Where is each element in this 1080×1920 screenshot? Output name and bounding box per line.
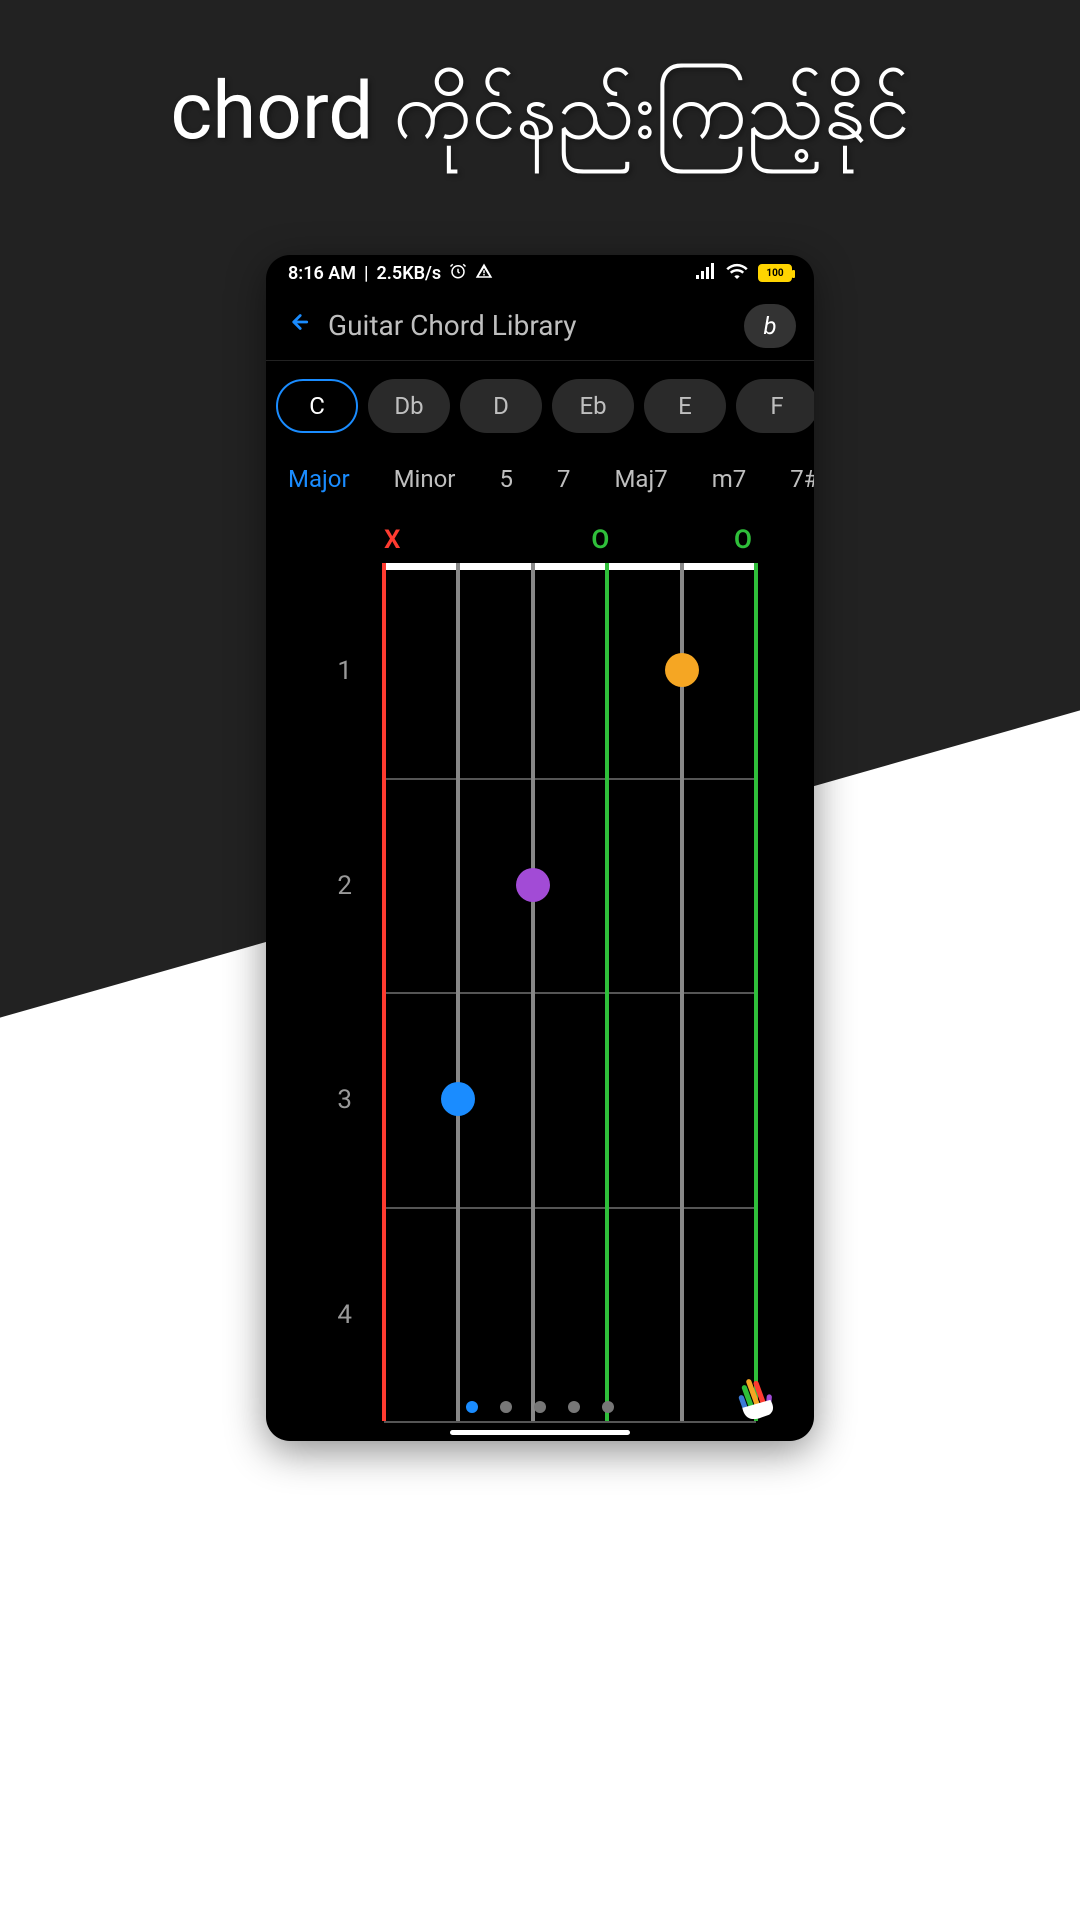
status-time: 8:16 AM xyxy=(288,263,356,284)
fret-label: 1 xyxy=(322,656,352,686)
marker-string-6: O xyxy=(734,525,752,555)
type-maj7[interactable]: Maj7 xyxy=(614,465,667,493)
finger-dot xyxy=(441,1082,475,1116)
open-mute-markers: X · · O · O xyxy=(384,525,752,555)
type-major[interactable]: Major xyxy=(288,465,350,493)
type-minor[interactable]: Minor xyxy=(394,465,456,493)
chord-diagram[interactable]: X · · O · O 1234 xyxy=(266,505,814,1441)
marker-string-4: O xyxy=(591,525,609,555)
root-chip-d[interactable]: D xyxy=(460,379,542,433)
type-m7[interactable]: m7 xyxy=(712,465,747,493)
root-chip-e[interactable]: E xyxy=(644,379,726,433)
marker-string-1: X xyxy=(384,525,400,555)
promo-title: chord ကိုင်နည်းကြည့်နိုင် xyxy=(170,60,909,178)
string-line xyxy=(754,563,758,1421)
nut xyxy=(384,563,756,570)
string-line xyxy=(456,563,460,1421)
pager-dot-3[interactable] xyxy=(534,1401,546,1413)
hand-hint-icon[interactable] xyxy=(734,1367,786,1419)
type-7sharp[interactable]: 7# xyxy=(790,465,814,493)
string-line xyxy=(382,563,386,1421)
wifi-icon xyxy=(726,263,748,284)
phone-frame: 8:16 AM | 2.5KB/s 100 Guitar Chord Libra… xyxy=(266,255,814,1441)
root-chip-f[interactable]: F xyxy=(736,379,814,433)
pager-dot-5[interactable] xyxy=(602,1401,614,1413)
accidental-toggle[interactable]: b xyxy=(744,304,796,348)
fretboard: 1234 xyxy=(376,563,764,1421)
fret-label: 4 xyxy=(322,1300,352,1330)
string-line xyxy=(680,563,684,1421)
battery-icon: 100 xyxy=(758,264,792,282)
pager-dot-1[interactable] xyxy=(466,1401,478,1413)
app-header: Guitar Chord Library b xyxy=(266,291,814,361)
finger-dot xyxy=(516,868,550,902)
finger-dot xyxy=(665,653,699,687)
status-bar: 8:16 AM | 2.5KB/s 100 xyxy=(266,255,814,291)
string-line xyxy=(531,563,535,1421)
type-5[interactable]: 5 xyxy=(499,465,513,493)
type-7[interactable]: 7 xyxy=(557,465,571,493)
root-chip-db[interactable]: Db xyxy=(368,379,450,433)
status-net-speed: 2.5KB/s xyxy=(377,263,442,284)
fret-line xyxy=(384,992,756,994)
string-line xyxy=(605,563,609,1421)
root-chip-eb[interactable]: Eb xyxy=(552,379,634,433)
signal-icon xyxy=(696,263,716,284)
fret-label: 2 xyxy=(322,871,352,901)
fret-line xyxy=(384,1421,756,1423)
fret-line xyxy=(384,778,756,780)
home-indicator[interactable] xyxy=(450,1430,630,1435)
variation-pager[interactable] xyxy=(466,1401,614,1413)
root-note-tabs[interactable]: C Db D Eb E F xyxy=(266,361,814,443)
divider: | xyxy=(364,263,369,284)
warning-icon xyxy=(475,262,493,285)
fret-line xyxy=(384,1207,756,1209)
back-button[interactable] xyxy=(284,308,310,343)
alarm-icon xyxy=(449,262,467,285)
page-title: Guitar Chord Library xyxy=(328,309,726,342)
chord-type-tabs[interactable]: Major Minor 5 7 Maj7 m7 7# xyxy=(266,443,814,505)
fret-label: 3 xyxy=(322,1085,352,1115)
root-chip-c[interactable]: C xyxy=(276,379,358,433)
pager-dot-4[interactable] xyxy=(568,1401,580,1413)
pager-dot-2[interactable] xyxy=(500,1401,512,1413)
